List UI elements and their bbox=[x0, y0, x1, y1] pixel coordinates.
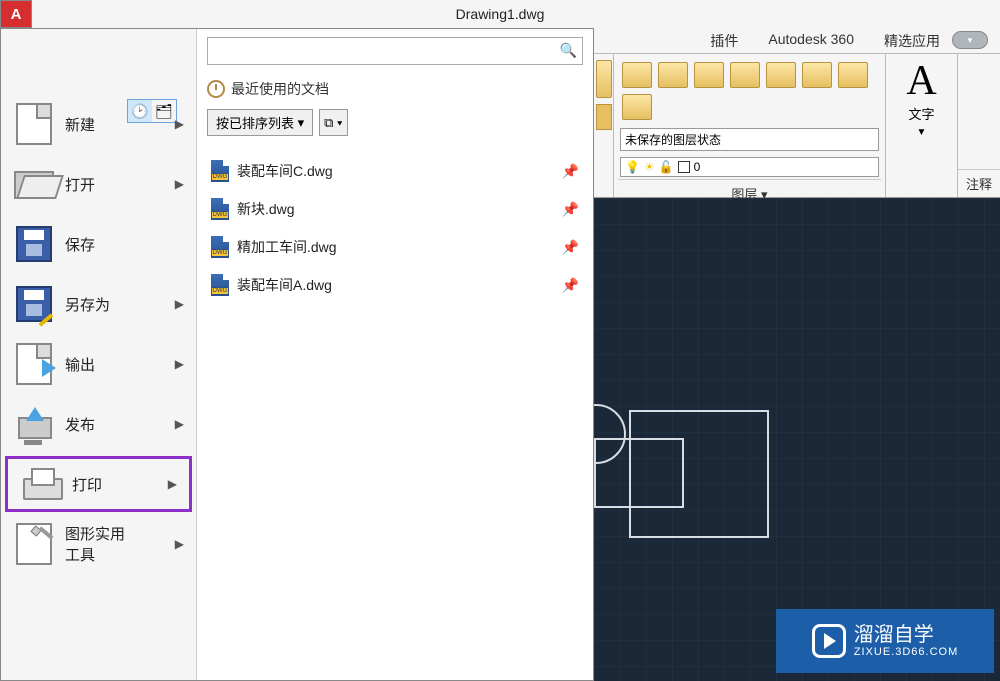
annotation-tool-icon[interactable] bbox=[962, 90, 994, 120]
layer-secondary-icon[interactable] bbox=[596, 104, 612, 130]
menu-save-label: 保存 bbox=[65, 234, 95, 255]
watermark: 溜溜自学 ZIXUE.3D66.COM bbox=[776, 609, 994, 673]
pin-icon[interactable]: 📌 bbox=[562, 277, 579, 294]
tools-icon bbox=[16, 523, 52, 565]
chevron-right-icon: ▶ bbox=[175, 297, 184, 311]
pin-icon[interactable]: 📌 bbox=[562, 163, 579, 180]
clock-icon bbox=[207, 80, 225, 98]
layer-tool-icon[interactable] bbox=[766, 62, 796, 88]
menu-saveas-label: 另存为 bbox=[65, 294, 110, 315]
doc-name: 装配车间C.dwg bbox=[237, 161, 333, 181]
save-icon bbox=[16, 226, 52, 262]
chevron-right-icon: ▶ bbox=[175, 177, 184, 191]
panel-annotation: 注释 bbox=[958, 54, 1000, 197]
menu-tools-label: 图形实用 工具 bbox=[65, 523, 125, 565]
ribbon-panels: 未保存的图层状态 💡 ☀ 🔓 0 图层 ▾ A 文字 ▼ 注释 bbox=[594, 54, 1000, 198]
recent-doc-item[interactable]: DWG 新块.dwg 📌 bbox=[207, 190, 583, 228]
text-tool-icon[interactable]: A bbox=[906, 60, 936, 102]
panel-annot-label: 注释 bbox=[958, 169, 1000, 197]
dwg-file-icon: DWG bbox=[211, 160, 229, 182]
text-tool-label: 文字 bbox=[908, 104, 934, 123]
panel-text: A 文字 ▼ bbox=[886, 54, 958, 197]
ribbon-tab-featured[interactable]: 精选应用 bbox=[884, 31, 940, 51]
print-icon bbox=[21, 468, 61, 500]
app-menu-right-column: 🔍 最近使用的文档 按已排序列表 ▾ ⧉ ▾ DWG 装配车间C.dwg 📌 DW… bbox=[197, 29, 593, 680]
chevron-right-icon: ▶ bbox=[168, 477, 177, 491]
publish-icon bbox=[14, 409, 54, 439]
layer-tool-icon[interactable] bbox=[838, 62, 868, 88]
menu-new[interactable]: 新建 ▶ bbox=[1, 94, 196, 154]
layer-state-text: 未保存的图层状态 bbox=[625, 131, 721, 148]
ribbon-tab-autodesk360[interactable]: Autodesk 360 bbox=[768, 31, 854, 51]
menu-export[interactable]: 输出 ▶ bbox=[1, 334, 196, 394]
app-menu-left-column: 🕑 🗂 新建 ▶ 打开 ▶ 保存 另存为 ▶ 输出 ▶ 发 bbox=[1, 29, 197, 680]
new-icon bbox=[16, 103, 52, 145]
menu-print-label: 打印 bbox=[72, 474, 102, 495]
menu-export-label: 输出 bbox=[65, 354, 95, 375]
watermark-brand: 溜溜自学 bbox=[854, 624, 958, 646]
application-menu: 🕑 🗂 新建 ▶ 打开 ▶ 保存 另存为 ▶ 输出 ▶ 发 bbox=[0, 28, 594, 681]
recent-header-text: 最近使用的文档 bbox=[231, 79, 329, 99]
sort-label: 按已排序列表 bbox=[216, 113, 294, 132]
menu-new-label: 新建 bbox=[65, 114, 95, 135]
chevron-right-icon: ▶ bbox=[175, 117, 184, 131]
menu-open[interactable]: 打开 ▶ bbox=[1, 154, 196, 214]
app-logo-icon[interactable]: A bbox=[0, 0, 32, 28]
panel-layers: 未保存的图层状态 💡 ☀ 🔓 0 图层 ▾ bbox=[614, 54, 886, 197]
sun-icon: ☀ bbox=[644, 160, 655, 174]
current-layer-name: 0 bbox=[694, 160, 701, 174]
doc-name: 精加工车间.dwg bbox=[237, 237, 337, 257]
menu-print[interactable]: 打印 ▶ bbox=[5, 456, 192, 512]
search-input[interactable] bbox=[207, 37, 583, 65]
annotation-tool-icon[interactable] bbox=[962, 60, 994, 90]
menu-drawing-tools[interactable]: 图形实用 工具 ▶ bbox=[1, 514, 196, 574]
sort-dropdown[interactable]: 按已排序列表 ▾ bbox=[207, 109, 313, 136]
layer-state-combo[interactable]: 未保存的图层状态 bbox=[620, 128, 879, 151]
recent-doc-item[interactable]: DWG 装配车间C.dwg 📌 bbox=[207, 152, 583, 190]
ribbon-tab-plugin[interactable]: 插件 bbox=[710, 31, 738, 51]
layer-tool-icon[interactable] bbox=[694, 62, 724, 88]
ribbon-switch-icon[interactable]: ▾ bbox=[952, 31, 988, 49]
menu-publish-label: 发布 bbox=[65, 414, 95, 435]
pin-icon[interactable]: 📌 bbox=[562, 201, 579, 218]
search-icon[interactable]: 🔍 bbox=[560, 42, 577, 59]
color-swatch-icon bbox=[678, 161, 690, 173]
doc-name: 新块.dwg bbox=[237, 199, 295, 219]
dwg-file-icon: DWG bbox=[211, 274, 229, 296]
export-icon bbox=[16, 343, 52, 385]
chevron-right-icon: ▶ bbox=[175, 537, 184, 551]
recent-doc-list: DWG 装配车间C.dwg 📌 DWG 新块.dwg 📌 DWG 精加工车间.dwg … bbox=[207, 152, 583, 304]
chevron-right-icon: ▶ bbox=[175, 357, 184, 371]
doc-name: 装配车间A.dwg bbox=[237, 275, 332, 295]
layer-current-combo[interactable]: 💡 ☀ 🔓 0 bbox=[620, 157, 879, 177]
title-bar: A Drawing1.dwg bbox=[0, 0, 1000, 28]
menu-save[interactable]: 保存 bbox=[1, 214, 196, 274]
watermark-site: ZIXUE.3D66.COM bbox=[854, 646, 958, 658]
menu-publish[interactable]: 发布 ▶ bbox=[1, 394, 196, 454]
recent-doc-item[interactable]: DWG 精加工车间.dwg 📌 bbox=[207, 228, 583, 266]
drawing-canvas[interactable]: 溜溜自学 ZIXUE.3D66.COM bbox=[594, 198, 1000, 681]
saveas-icon bbox=[16, 286, 52, 322]
chevron-right-icon: ▶ bbox=[175, 417, 184, 431]
play-icon bbox=[812, 624, 846, 658]
open-icon bbox=[14, 169, 54, 199]
bulb-icon: 💡 bbox=[625, 160, 640, 174]
recent-docs-header: 最近使用的文档 bbox=[207, 79, 583, 99]
lock-icon: 🔓 bbox=[659, 160, 674, 174]
layer-tool-icon[interactable] bbox=[658, 62, 688, 88]
layer-tool-icon[interactable] bbox=[802, 62, 832, 88]
menu-saveas[interactable]: 另存为 ▶ bbox=[1, 274, 196, 334]
text-dropdown-icon[interactable]: ▼ bbox=[917, 127, 927, 138]
menu-open-label: 打开 bbox=[65, 174, 95, 195]
view-size-dropdown[interactable]: ⧉ ▾ bbox=[319, 109, 347, 136]
layer-tool-icon[interactable] bbox=[622, 94, 652, 120]
pin-icon[interactable]: 📌 bbox=[562, 239, 579, 256]
dwg-file-icon: DWG bbox=[211, 198, 229, 220]
dwg-file-icon: DWG bbox=[211, 236, 229, 258]
recent-doc-item[interactable]: DWG 装配车间A.dwg 📌 bbox=[207, 266, 583, 304]
layer-tool-icon[interactable] bbox=[730, 62, 760, 88]
layer-tool-icon[interactable] bbox=[622, 62, 652, 88]
document-title: Drawing1.dwg bbox=[456, 6, 545, 22]
layer-large-icon[interactable] bbox=[596, 60, 612, 98]
